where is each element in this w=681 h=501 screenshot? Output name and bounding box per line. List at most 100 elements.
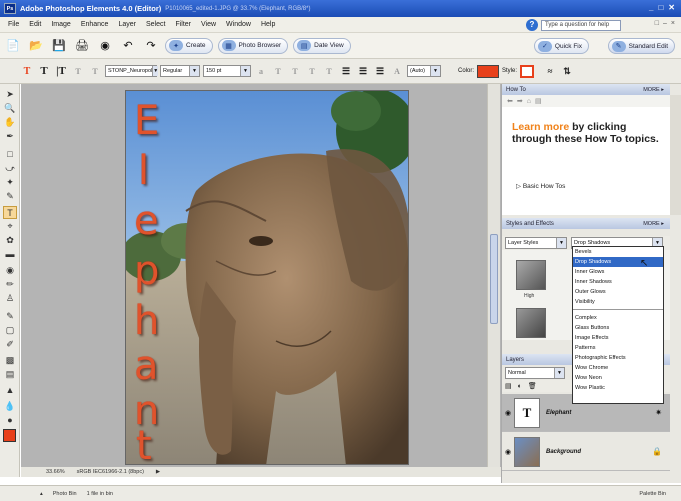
quick-fix-button[interactable]: ✓ Quick Fix bbox=[533, 38, 589, 54]
straighten-tool-icon[interactable]: ▬ bbox=[3, 248, 17, 261]
dropdown-option[interactable]: Wow Chrome bbox=[573, 363, 663, 373]
font-family-select[interactable]: STONP_Neuropol ▼ bbox=[105, 65, 159, 77]
menu-file[interactable]: File bbox=[3, 21, 24, 28]
redo-icon[interactable]: ↷ bbox=[142, 37, 160, 55]
text-color-swatch[interactable] bbox=[477, 64, 500, 78]
brush-tool-icon[interactable]: ✐ bbox=[3, 338, 17, 351]
close-button[interactable]: ✕ bbox=[668, 3, 675, 12]
menu-help[interactable]: Help bbox=[256, 21, 280, 28]
font-size-select[interactable]: 150 pt ▼ bbox=[203, 65, 251, 77]
menu-window[interactable]: Window bbox=[221, 21, 256, 28]
dropdown-option[interactable]: Visibility bbox=[573, 297, 663, 307]
menu-enhance[interactable]: Enhance bbox=[76, 21, 114, 28]
text-tool-preset-icon[interactable]: T bbox=[20, 63, 34, 79]
magic-wand-tool-icon[interactable]: ✦ bbox=[3, 176, 17, 189]
faux-italic-icon[interactable]: T bbox=[288, 63, 302, 79]
dropdown-option[interactable]: Image Effects bbox=[573, 333, 663, 343]
underline-icon[interactable]: T bbox=[305, 63, 319, 79]
back-arrow-icon[interactable]: ⬅ bbox=[507, 97, 513, 105]
font-style-select[interactable]: Regular ▼ bbox=[160, 65, 200, 77]
delete-layer-icon[interactable]: 🗑 bbox=[528, 382, 537, 390]
photo-bin-label[interactable]: Photo Bin bbox=[53, 491, 77, 497]
create-button[interactable]: ✦ Create bbox=[165, 37, 213, 54]
basic-how-tos-link[interactable]: ▷ Basic How Tos bbox=[516, 182, 565, 190]
sponge-tool-icon[interactable]: ● bbox=[3, 414, 17, 427]
align-right-icon[interactable]: ☰ bbox=[373, 63, 387, 79]
move-tool-icon[interactable]: ➤ bbox=[3, 88, 17, 101]
lock-icon[interactable]: 🔒 bbox=[652, 447, 662, 456]
menu-layer[interactable]: Layer bbox=[113, 21, 141, 28]
hand-tool-icon[interactable]: ✋ bbox=[3, 116, 17, 129]
warp-text-icon[interactable]: ≈ bbox=[543, 63, 557, 79]
photo-browser-button[interactable]: ▦ Photo Browser bbox=[217, 37, 289, 54]
expand-arrow-icon[interactable]: ▴ bbox=[40, 491, 43, 497]
adjustment-layer-icon[interactable]: ◐ bbox=[518, 383, 522, 390]
doc-close-button[interactable]: × bbox=[671, 20, 675, 27]
doc-minimize-button[interactable]: – bbox=[663, 20, 667, 27]
dropdown-option[interactable]: Bevels bbox=[573, 247, 663, 257]
paint-bucket-tool-icon[interactable]: ▩ bbox=[3, 354, 17, 367]
zoom-tool-icon[interactable]: 🔍 bbox=[3, 102, 17, 115]
help-search-input[interactable]: Type a question for help bbox=[541, 20, 621, 31]
dropdown-option[interactable]: Glass Buttons bbox=[573, 323, 663, 333]
zoom-level[interactable]: 33.66% bbox=[46, 469, 65, 475]
shape-tool-icon[interactable]: ▲ bbox=[3, 384, 17, 397]
menu-select[interactable]: Select bbox=[141, 21, 170, 28]
menu-view[interactable]: View bbox=[196, 21, 221, 28]
dropdown-option-selected[interactable]: Drop Shadows bbox=[573, 257, 663, 267]
pencil-tool-icon[interactable]: ✎ bbox=[3, 310, 17, 323]
foreground-color-swatch[interactable] bbox=[3, 429, 16, 442]
forward-arrow-icon[interactable]: ➡ bbox=[517, 97, 523, 105]
canvas-vertical-scrollbar[interactable] bbox=[487, 84, 500, 467]
dropdown-option[interactable]: Wow Neon bbox=[573, 373, 663, 383]
vertical-mask-icon[interactable]: T bbox=[88, 63, 102, 79]
help-icon[interactable]: ? bbox=[526, 19, 538, 31]
new-file-icon[interactable]: 📄 bbox=[4, 37, 22, 55]
dropdown-option[interactable]: Inner Glows bbox=[573, 267, 663, 277]
print-icon[interactable]: ▤ bbox=[535, 97, 542, 105]
date-view-button[interactable]: ▤ Date View bbox=[293, 37, 351, 54]
blur-tool-icon[interactable]: 💧 bbox=[3, 400, 17, 413]
styles-header[interactable]: Styles and Effects MORE ▸ bbox=[502, 218, 670, 229]
dropdown-option[interactable]: Outer Glows bbox=[573, 287, 663, 297]
howto-highlight[interactable]: Learn more bbox=[512, 121, 569, 133]
canvas-workspace[interactable]: E l e p h a n t bbox=[21, 84, 501, 467]
crop-tool-icon[interactable]: ⌖ bbox=[3, 220, 17, 233]
print-icon[interactable]: 🖨 bbox=[73, 37, 91, 55]
new-layer-icon[interactable]: ▤ bbox=[505, 382, 512, 390]
gradient-tool-icon[interactable]: ▤ bbox=[3, 368, 17, 381]
horizontal-type-icon[interactable]: T bbox=[37, 63, 51, 79]
palette-bin-label[interactable]: Palette Bin bbox=[639, 491, 666, 497]
styles-more-button[interactable]: MORE ▸ bbox=[643, 221, 664, 227]
strikethrough-icon[interactable]: T bbox=[322, 63, 336, 79]
red-eye-tool-icon[interactable]: ◉ bbox=[3, 264, 17, 277]
vertical-type-icon[interactable]: |T bbox=[54, 63, 68, 79]
visibility-eye-icon[interactable]: ◉ bbox=[502, 448, 514, 456]
dropdown-option[interactable]: Photographic Effects bbox=[573, 353, 663, 363]
lasso-tool-icon[interactable]: ⤻ bbox=[3, 162, 17, 175]
doc-restore-button[interactable]: □ bbox=[655, 20, 659, 27]
save-icon[interactable]: 💾 bbox=[50, 37, 68, 55]
standard-edit-button[interactable]: ✎ Standard Edit bbox=[607, 38, 675, 54]
align-center-icon[interactable]: ☰ bbox=[356, 63, 370, 79]
cookie-cutter-tool-icon[interactable]: ✿ bbox=[3, 234, 17, 247]
document-canvas[interactable]: E l e p h a n t bbox=[125, 90, 409, 465]
faux-bold-icon[interactable]: T bbox=[271, 63, 285, 79]
menu-image[interactable]: Image bbox=[46, 21, 75, 28]
howto-header[interactable]: How To MORE ▸ bbox=[502, 84, 670, 95]
anti-alias-icon[interactable]: a bbox=[254, 63, 268, 79]
howto-scrollbar[interactable] bbox=[670, 95, 681, 215]
minimize-button[interactable]: _ bbox=[649, 3, 653, 12]
maximize-button[interactable]: □ bbox=[658, 3, 663, 12]
open-folder-icon[interactable]: 📂 bbox=[27, 37, 45, 55]
clone-stamp-tool-icon[interactable]: ♙ bbox=[3, 292, 17, 305]
text-style-picker[interactable] bbox=[520, 64, 535, 78]
type-tool-icon[interactable]: T bbox=[3, 206, 17, 219]
menu-filter[interactable]: Filter bbox=[170, 21, 196, 28]
healing-brush-tool-icon[interactable]: ✏ bbox=[3, 278, 17, 291]
horizontal-mask-icon[interactable]: T bbox=[71, 63, 85, 79]
blend-mode-select[interactable]: Normal ▼ bbox=[505, 367, 565, 379]
style-thumb-high[interactable] bbox=[516, 260, 546, 290]
howto-more-button[interactable]: MORE ▸ bbox=[643, 87, 664, 93]
dropdown-option[interactable]: Wow Plastic bbox=[573, 383, 663, 393]
